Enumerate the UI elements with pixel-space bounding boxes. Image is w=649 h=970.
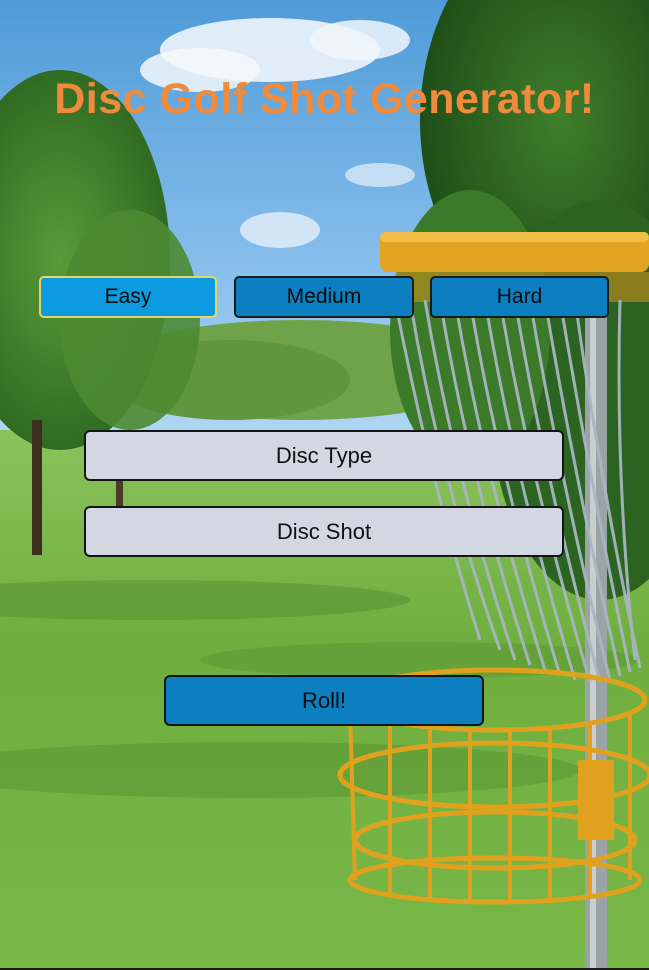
difficulty-easy-button[interactable]: Easy — [39, 276, 217, 318]
page-title: Disc Golf Shot Generator! — [54, 74, 595, 123]
roll-button[interactable]: Roll! — [164, 675, 484, 726]
background-disc-golf-basket-photo — [0, 0, 649, 970]
disc-shot-display: Disc Shot — [84, 506, 564, 557]
disc-type-display: Disc Type — [84, 430, 564, 481]
difficulty-hard-button[interactable]: Hard — [430, 276, 609, 318]
difficulty-medium-button[interactable]: Medium — [234, 276, 414, 318]
